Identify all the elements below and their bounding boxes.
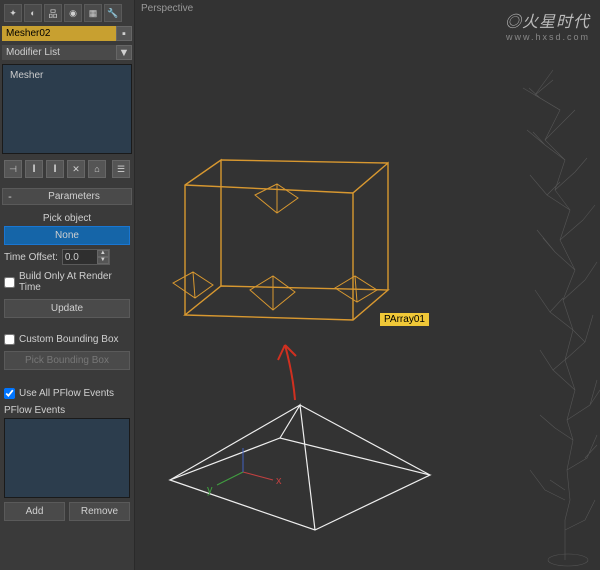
panel-tabs: ✦ ◐ 品 ◉ ▦ 🔧 [2, 2, 132, 24]
motion-tab-icon[interactable]: ◉ [64, 4, 82, 22]
rollout-toggle-icon[interactable]: - [3, 191, 17, 203]
pick-object-button[interactable]: None [4, 226, 130, 245]
custom-bb-row: Custom Bounding Box [4, 332, 130, 347]
time-offset-input[interactable] [63, 250, 97, 264]
use-pflow-row: Use All PFlow Events [4, 386, 130, 401]
make-unique-icon[interactable]: I [46, 160, 64, 178]
show-result-icon[interactable]: I [25, 160, 43, 178]
mesher-box-wireframe [173, 160, 388, 320]
chevron-down-icon[interactable]: ▼ [116, 45, 132, 60]
pick-bb-button[interactable]: Pick Bounding Box [4, 351, 130, 370]
create-tab-icon[interactable]: ✦ [4, 4, 22, 22]
watermark: ◎火星时代 www.hxsd.com [505, 8, 590, 42]
pyramid-wireframe [170, 405, 430, 530]
object-name-field: Mesher02 ▪ [2, 26, 132, 41]
parameters-rollout: Pick object None Time Offset: ▲ ▼ Build … [2, 207, 132, 527]
x-axis-label: x [276, 475, 282, 487]
modifier-list-label[interactable]: Modifier List [2, 45, 116, 60]
pflow-events-label: PFlow Events [4, 405, 130, 416]
pin-stack-icon[interactable]: ⊣ [4, 160, 22, 178]
object-name-text[interactable]: Mesher02 [2, 26, 116, 41]
build-render-label: Build Only At Render Time [19, 271, 130, 293]
remove-modifier-icon[interactable]: ✕ [67, 160, 85, 178]
y-axis-label: y [207, 484, 213, 496]
build-render-checkbox[interactable] [4, 277, 15, 288]
custom-bb-checkbox[interactable] [4, 334, 15, 345]
viewport-label: Perspective [141, 3, 193, 14]
remove-button[interactable]: Remove [69, 502, 130, 521]
hierarchy-tab-icon[interactable]: 品 [44, 4, 62, 22]
pick-object-label: Pick object [4, 213, 130, 224]
arrow-annotation [278, 345, 296, 400]
time-offset-label: Time Offset: [4, 252, 58, 263]
command-panel: ✦ ◐ 品 ◉ ▦ 🔧 Mesher02 ▪ Modifier List ▼ M… [0, 0, 135, 570]
modifier-list-dropdown: Modifier List ▼ [2, 45, 132, 60]
spinner-down-icon[interactable]: ▼ [97, 257, 109, 264]
time-offset-row: Time Offset: ▲ ▼ [4, 249, 130, 265]
time-offset-spinner[interactable]: ▲ ▼ [62, 249, 110, 265]
utilities-tab-icon[interactable]: 🔧 [104, 4, 122, 22]
add-button[interactable]: Add [4, 502, 65, 521]
pflow-events-listbox[interactable] [4, 418, 130, 498]
watermark-brand: ◎火星时代 [505, 8, 590, 32]
use-pflow-label: Use All PFlow Events [19, 388, 114, 399]
use-pflow-checkbox[interactable] [4, 388, 15, 399]
axis-gizmo: x y [207, 448, 282, 496]
sets-icon[interactable]: ☰ [112, 160, 130, 178]
build-render-row: Build Only At Render Time [4, 269, 130, 295]
rollout-title: Parameters [17, 189, 131, 204]
stack-item[interactable]: Mesher [6, 68, 128, 83]
color-swatch[interactable]: ▪ [116, 26, 132, 41]
custom-bb-label: Custom Bounding Box [19, 334, 119, 345]
modifier-stack[interactable]: Mesher [2, 64, 132, 154]
update-button[interactable]: Update [4, 299, 130, 318]
viewport-scene: x y [135, 0, 600, 570]
modify-tab-icon[interactable]: ◐ [24, 4, 42, 22]
tree-wireframe [523, 70, 600, 566]
viewport[interactable]: Perspective ◎火星时代 www.hxsd.com [135, 0, 600, 570]
stack-toolbar: ⊣ I I ✕ ⌂ ☰ [2, 156, 132, 182]
object-label-tag: PArray01 [380, 313, 429, 326]
rollout-header[interactable]: - Parameters [2, 188, 132, 205]
spinner-up-icon[interactable]: ▲ [97, 250, 109, 257]
watermark-url: www.hxsd.com [505, 32, 590, 42]
display-tab-icon[interactable]: ▦ [84, 4, 102, 22]
configure-icon[interactable]: ⌂ [88, 160, 106, 178]
